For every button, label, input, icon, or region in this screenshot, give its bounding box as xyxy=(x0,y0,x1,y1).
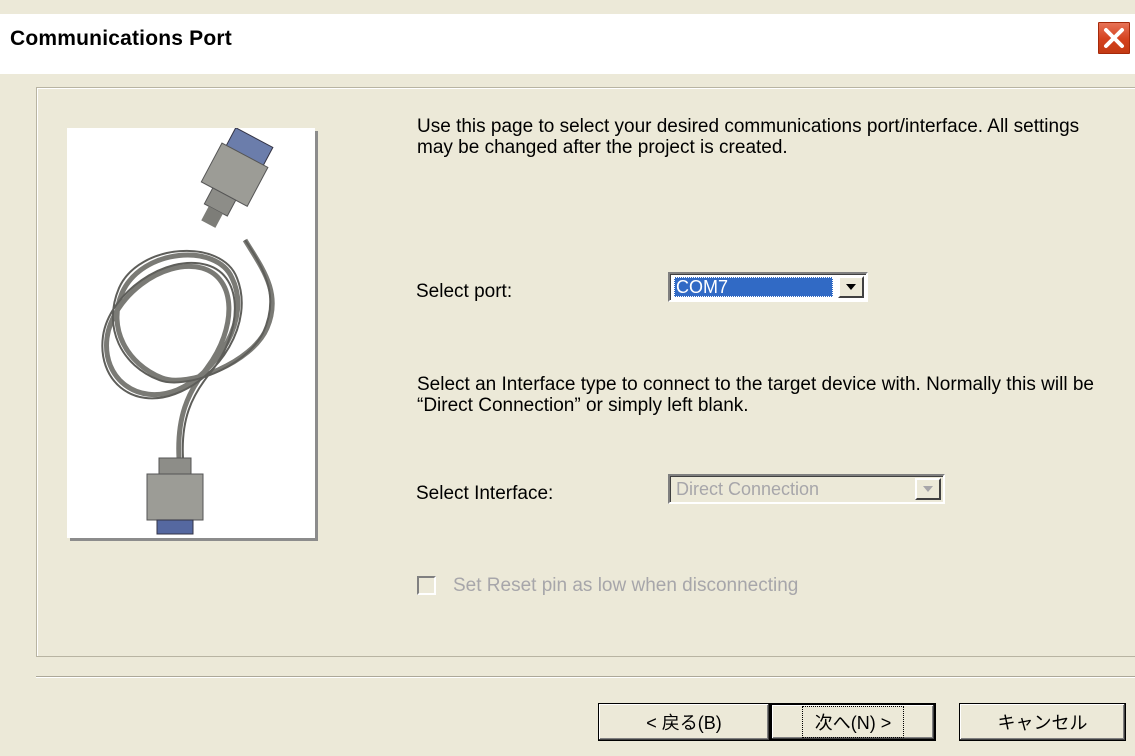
port-select[interactable]: COM7 xyxy=(668,272,868,302)
back-button[interactable]: < 戻る(B) xyxy=(598,703,770,741)
next-button-label: 次へ(N) > xyxy=(801,706,905,738)
interface-dropdown-button xyxy=(915,478,941,500)
interface-description: Select an Interface type to connect to t… xyxy=(417,374,1094,416)
chevron-down-icon xyxy=(923,486,933,492)
reset-pin-label: Set Reset pin as low when disconnecting xyxy=(453,575,799,596)
communications-port-dialog: Communications Port Use this page to sel… xyxy=(0,0,1135,756)
serial-cable-illustration xyxy=(101,127,275,535)
port-dropdown-button[interactable] xyxy=(838,276,864,298)
button-separator xyxy=(36,676,1135,678)
next-button[interactable]: 次へ(N) > xyxy=(770,703,936,741)
close-icon xyxy=(1104,28,1124,48)
select-interface-label: Select Interface: xyxy=(416,483,554,504)
interface-select-value: Direct Connection xyxy=(676,479,820,499)
select-port-label: Select port: xyxy=(416,281,513,302)
interface-select: Direct Connection xyxy=(668,474,945,504)
cancel-button[interactable]: キャンセル xyxy=(959,703,1126,741)
window-title: Communications Port xyxy=(10,27,232,50)
close-button[interactable] xyxy=(1096,20,1132,56)
chevron-down-icon xyxy=(846,284,856,290)
page-description: Use this page to select your desired com… xyxy=(417,116,1080,158)
reset-pin-checkbox xyxy=(417,576,436,595)
serial-cable-image xyxy=(67,127,315,538)
port-select-value: COM7 xyxy=(674,277,833,297)
title-bar: Communications Port xyxy=(0,14,1135,74)
